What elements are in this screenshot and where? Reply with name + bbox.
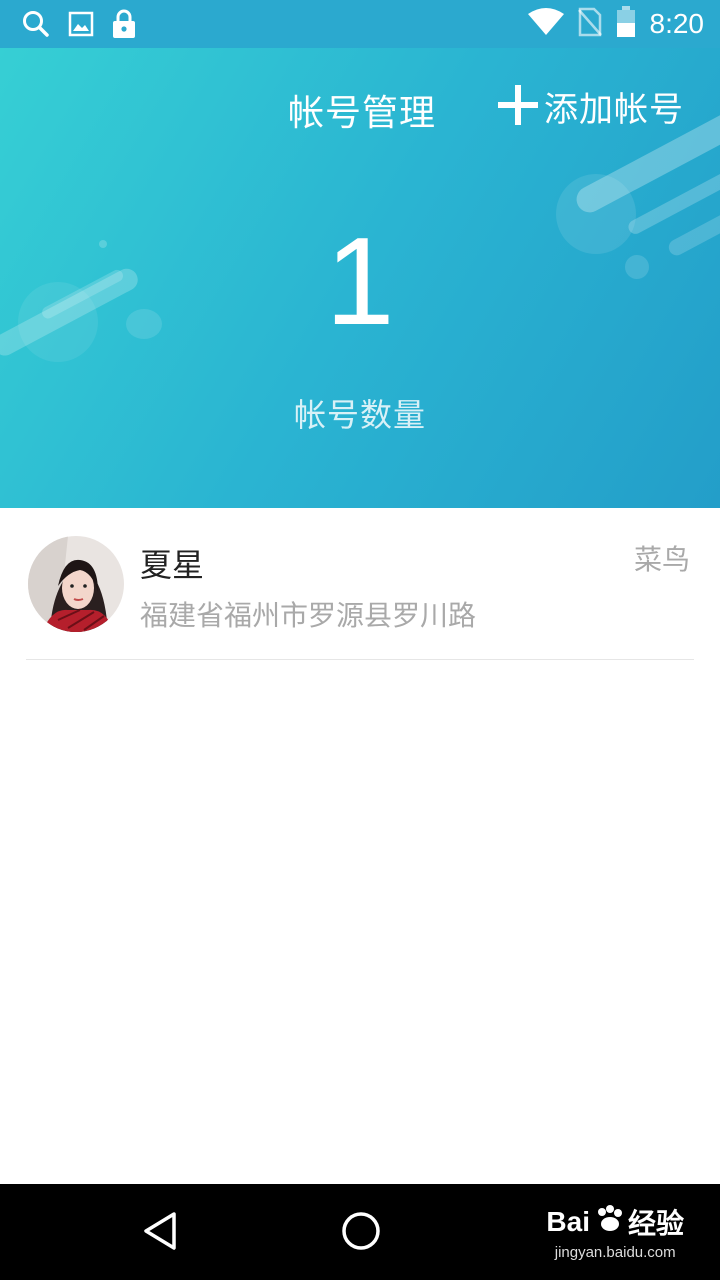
- status-time: 8:20: [649, 8, 705, 39]
- plus-icon: [496, 83, 540, 131]
- add-account-label: 添加帐号: [544, 90, 684, 130]
- account-count-label: 帐号数量: [293, 396, 426, 434]
- paw-icon: [594, 1204, 624, 1241]
- watermark-brand: Bai: [546, 1206, 590, 1237]
- battery-icon: [616, 6, 636, 42]
- back-icon[interactable]: [140, 1210, 180, 1256]
- status-bar: 8:20: [0, 0, 720, 48]
- navigation-bar: Bai 经验 jingyan.baidu.com: [0, 1184, 720, 1280]
- divider: [26, 659, 694, 660]
- account-address: 福建省福州市罗源县罗川路: [140, 599, 477, 632]
- no-sim-icon: [577, 7, 602, 41]
- add-account-button[interactable]: 添加帐号: [496, 82, 684, 131]
- search-icon: [22, 10, 50, 42]
- home-icon[interactable]: [340, 1210, 382, 1256]
- image-icon: [68, 11, 94, 41]
- watermark-url: jingyan.baidu.com: [554, 1244, 676, 1261]
- account-count: 1: [325, 213, 395, 351]
- account-level-badge: 菜鸟: [633, 543, 690, 576]
- list-item[interactable]: 夏星 菜鸟 福建省福州市罗源县罗川路: [0, 508, 720, 660]
- baidu-jingyan-watermark: Bai 经验 jingyan.baidu.com: [546, 1202, 684, 1261]
- account-name: 夏星: [140, 546, 205, 584]
- page-title: 帐号管理: [288, 93, 437, 134]
- avatar: [28, 536, 124, 632]
- lock-icon: [112, 9, 136, 43]
- watermark-suffix: 经验: [627, 1208, 684, 1239]
- account-summary-header: 帐号管理 添加帐号 1 帐号数量: [0, 48, 720, 508]
- account-list: 夏星 菜鸟 福建省福州市罗源县罗川路: [0, 508, 720, 660]
- wifi-icon: [527, 8, 564, 40]
